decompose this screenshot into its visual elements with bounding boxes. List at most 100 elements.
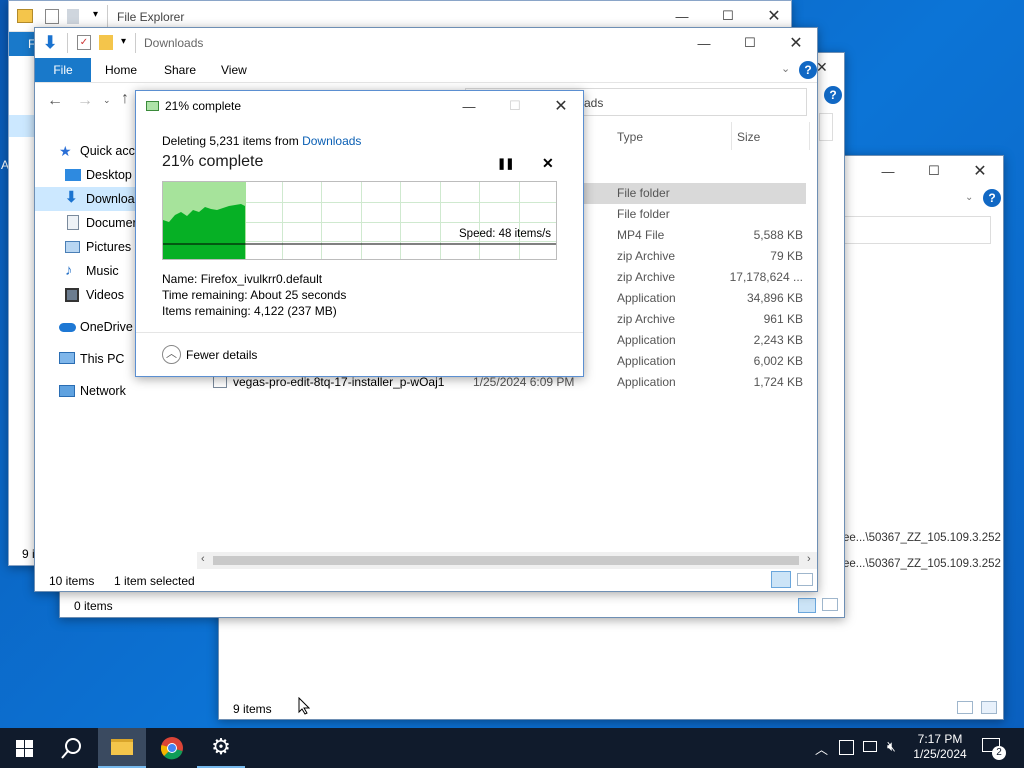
- ribbon-tab-share[interactable]: Share: [164, 63, 196, 77]
- name-value: Firefox_ivulkrr0.default: [200, 272, 323, 286]
- ribbon-tab-home[interactable]: Home: [105, 63, 137, 77]
- nav-pictures[interactable]: Pictures: [65, 235, 131, 259]
- clock-time: 7:17 PM: [917, 732, 963, 746]
- back-button[interactable]: ←: [47, 92, 63, 110]
- details-view-icon[interactable]: [957, 701, 973, 714]
- chrome-icon: [160, 737, 183, 760]
- dialog-title: 21% complete: [165, 99, 242, 113]
- dialog-title-bar[interactable]: 21% complete — ☐ ✕: [136, 91, 583, 121]
- nav-documents[interactable]: Documer: [65, 211, 137, 235]
- clock-date: 1/25/2024: [913, 747, 967, 761]
- ribbon-tab-label: View: [221, 63, 247, 77]
- status-item-count: 9 i: [22, 547, 35, 561]
- column-header-size[interactable]: Size: [737, 130, 760, 144]
- expand-ribbon-icon[interactable]: ⌄: [781, 62, 790, 75]
- large-icons-view-icon[interactable]: [797, 573, 813, 586]
- taskbar-chrome[interactable]: [148, 728, 196, 768]
- close-button[interactable]: ✕: [773, 28, 817, 58]
- help-icon[interactable]: ?: [983, 189, 1001, 207]
- chevron-up-icon[interactable]: ︿: [815, 739, 828, 758]
- nav-music[interactable]: ♪ Music: [65, 259, 119, 283]
- list-item[interactable]: ee...\50367_ZZ_105.109.3.252: [843, 532, 1003, 544]
- copy-progress-icon: [146, 101, 159, 111]
- file-type: MP4 File: [617, 228, 665, 242]
- new-folder-icon[interactable]: [67, 9, 79, 24]
- current-file-row: Name: Firefox_ivulkrr0.default: [162, 272, 322, 286]
- minimize-button[interactable]: —: [446, 91, 492, 121]
- scroll-right-icon[interactable]: ›: [807, 553, 811, 565]
- close-button[interactable]: ✕: [957, 156, 1003, 186]
- start-button[interactable]: [0, 728, 48, 768]
- horizontal-scrollbar[interactable]: ‹ ›: [197, 552, 817, 569]
- taskbar: ⚙ ︿ 🔇︎ 7:17 PM 1/25/2024 2: [0, 728, 1024, 768]
- download-arrow-icon: ⬇: [65, 189, 78, 206]
- file-type: Application: [617, 291, 676, 305]
- cloud-icon: [59, 323, 76, 332]
- cancel-icon[interactable]: ✕: [542, 155, 554, 172]
- nav-onedrive[interactable]: OneDrive: [59, 315, 133, 339]
- minimize-button[interactable]: —: [865, 156, 911, 186]
- nav-this-pc[interactable]: This PC: [59, 347, 124, 371]
- ribbon-tab-file[interactable]: File: [35, 58, 91, 82]
- scrollbar-thumb[interactable]: [213, 556, 799, 565]
- large-icons-view-icon[interactable]: [981, 701, 997, 714]
- forward-button[interactable]: →: [77, 92, 93, 110]
- list-item[interactable]: ee...\50367_ZZ_105.109.3.252: [843, 558, 1003, 570]
- clock[interactable]: 7:17 PM 1/25/2024: [905, 732, 975, 762]
- details-view-icon[interactable]: [771, 571, 791, 588]
- volume-muted-icon[interactable]: 🔇︎: [887, 738, 896, 755]
- film-icon: [65, 288, 79, 302]
- security-icon[interactable]: [839, 740, 854, 755]
- nav-desktop[interactable]: Desktop: [65, 163, 132, 187]
- status-item-count: 10 items: [49, 574, 95, 588]
- network-icon[interactable]: [863, 741, 877, 752]
- file-type: zip Archive: [617, 249, 676, 263]
- column-header-label: Size: [737, 130, 761, 144]
- title-bar[interactable]: ⬇ ✓ ▾ Downloads — ☐ ✕: [35, 28, 817, 58]
- source-folder-link[interactable]: Downloads: [302, 134, 361, 148]
- help-icon[interactable]: ?: [824, 86, 842, 104]
- properties-icon[interactable]: [45, 9, 59, 24]
- file-type: Application: [617, 354, 676, 368]
- nav-videos[interactable]: Videos: [65, 283, 124, 307]
- taskbar-settings[interactable]: ⚙: [197, 728, 245, 768]
- maximize-button[interactable]: ☐: [727, 28, 773, 58]
- close-button[interactable]: ✕: [538, 91, 583, 121]
- action-center-button[interactable]: 2: [980, 736, 1008, 760]
- deleting-summary: Deleting 5,231 items from Downloads: [162, 134, 361, 148]
- up-button[interactable]: ↑: [121, 90, 129, 108]
- status-selection: 1 item selected: [114, 574, 195, 588]
- column-header-type[interactable]: Type: [617, 130, 643, 144]
- column-divider[interactable]: [731, 122, 732, 150]
- help-icon[interactable]: ?: [799, 61, 817, 79]
- search-input[interactable]: [839, 216, 991, 244]
- search-input[interactable]: [819, 113, 833, 141]
- speed-label: Speed: 48 items/s: [459, 228, 552, 240]
- new-folder-icon[interactable]: [99, 35, 113, 50]
- ribbon-tab-label: Home: [105, 63, 138, 77]
- search-button[interactable]: [48, 728, 96, 768]
- items-label: Items remaining:: [162, 304, 251, 318]
- column-header-label: Type: [617, 130, 644, 144]
- delete-progress-dialog[interactable]: 21% complete — ☐ ✕ Deleting 5,231 items …: [135, 90, 584, 377]
- large-icons-view-icon[interactable]: [822, 598, 838, 611]
- recent-locations-button[interactable]: ⌄: [103, 95, 111, 106]
- ribbon-tab-view[interactable]: View: [221, 63, 247, 77]
- scroll-left-icon[interactable]: ‹: [201, 553, 205, 565]
- details-view-icon[interactable]: [798, 598, 816, 613]
- column-divider[interactable]: [809, 122, 810, 150]
- nav-quick-access[interactable]: ★ Quick acce: [59, 139, 142, 163]
- taskbar-file-explorer[interactable]: [98, 728, 146, 768]
- customize-qat-icon[interactable]: ▾: [121, 36, 126, 47]
- pause-icon[interactable]: ❚❚: [497, 157, 514, 170]
- mouse-cursor-icon: [298, 697, 310, 715]
- minimize-button[interactable]: —: [681, 28, 727, 58]
- maximize-button[interactable]: ☐: [911, 156, 957, 186]
- nav-downloads[interactable]: ⬇ Downloa: [65, 187, 135, 211]
- properties-icon[interactable]: ✓: [77, 35, 91, 50]
- customize-qat-icon[interactable]: ▾: [93, 9, 98, 20]
- status-item-count: 0 items: [74, 599, 113, 613]
- expand-ribbon-icon[interactable]: ⌄: [965, 192, 973, 203]
- star-icon: ★: [59, 143, 72, 159]
- nav-network[interactable]: Network: [59, 379, 126, 403]
